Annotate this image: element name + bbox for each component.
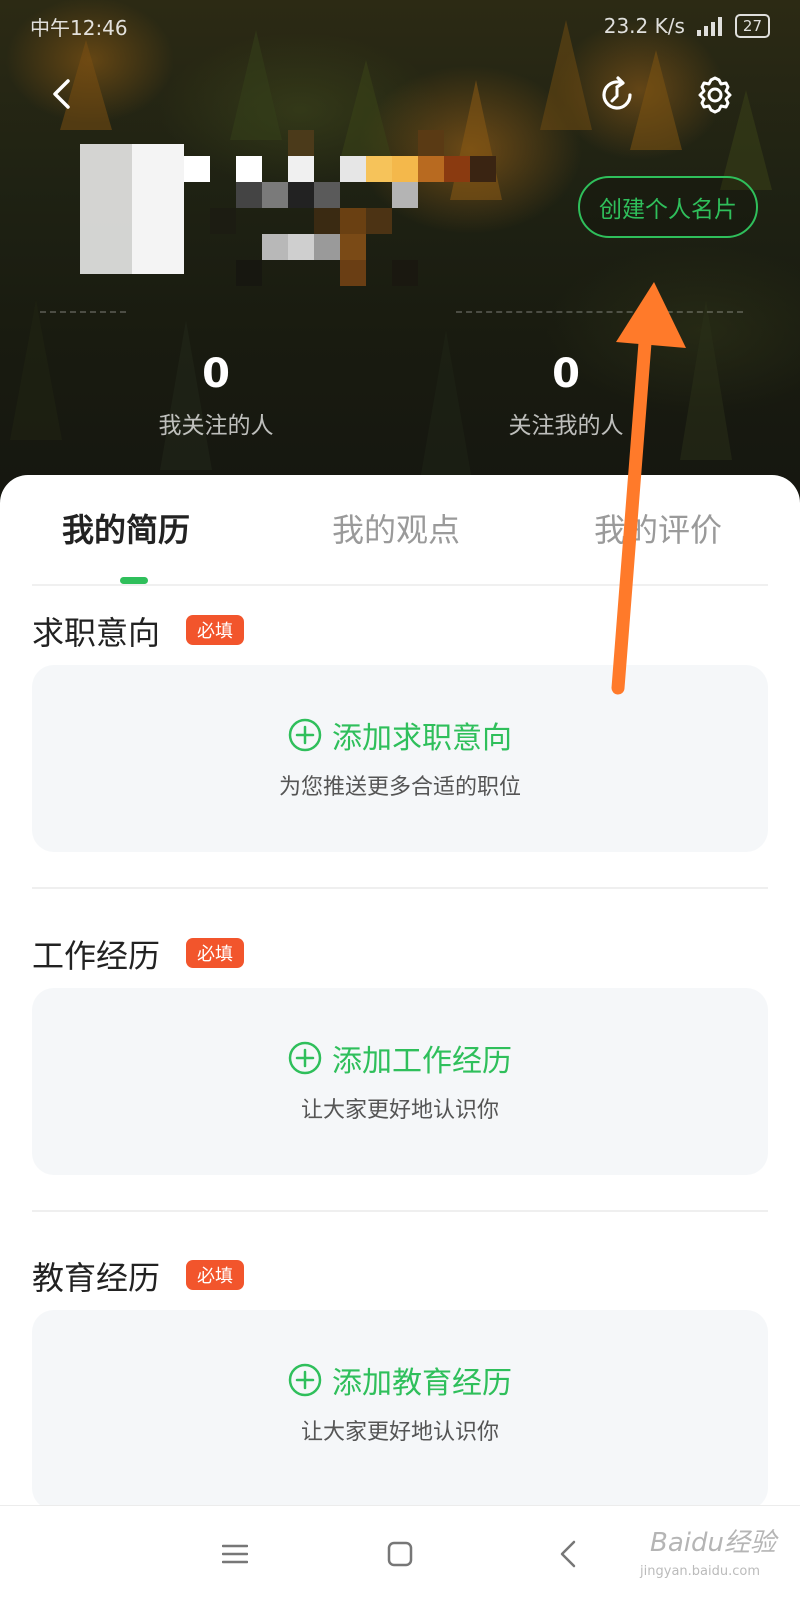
add-work-experience-card[interactable]: 添加工作经历 让大家更好地认识你 <box>32 988 768 1175</box>
add-education-button[interactable]: 添加教育经历 <box>32 1358 768 1402</box>
tab-bar: 我的简历 我的观点 我的评价 <box>0 475 800 586</box>
divider <box>40 311 126 313</box>
active-tab-indicator <box>120 577 148 584</box>
net-speed: 23.2 K/s <box>603 14 685 38</box>
divider <box>32 887 768 889</box>
required-badge: 必填 <box>186 938 244 968</box>
home-button[interactable] <box>360 1506 440 1600</box>
tab-my-reviews[interactable]: 我的评价 <box>594 505 722 551</box>
divider <box>456 311 743 313</box>
signal-icon <box>696 17 722 36</box>
home-square-icon <box>387 1541 413 1566</box>
status-time: 中午12:46 <box>30 15 128 40</box>
add-work-experience-label: 添加工作经历 <box>332 1044 512 1079</box>
add-work-experience-button[interactable]: 添加工作经历 <box>32 1036 768 1080</box>
section-title-work-experience: 工作经历 <box>32 937 161 975</box>
required-badge: 必填 <box>186 615 244 645</box>
following-stat[interactable]: 0 我关注的人 <box>116 350 316 440</box>
divider <box>32 1210 768 1212</box>
create-card-button[interactable]: 创建个人名片 <box>578 176 758 238</box>
tab-my-views[interactable]: 我的观点 <box>332 505 460 551</box>
tree-decoration <box>680 300 732 460</box>
tree-decoration <box>420 330 472 480</box>
add-education-card[interactable]: 添加教育经历 让大家更好地认识你 <box>32 1310 768 1510</box>
add-job-intention-hint: 为您推送更多合适的职位 <box>278 775 521 800</box>
add-job-intention-card[interactable]: 添加求职意向 为您推送更多合适的职位 <box>32 665 768 852</box>
refresh-button[interactable] <box>594 72 640 118</box>
refresh-icon <box>602 76 632 110</box>
recent-apps-button[interactable] <box>195 1506 275 1600</box>
divider <box>32 584 768 586</box>
plus-circle-icon <box>288 718 322 752</box>
gear-icon <box>698 76 732 114</box>
nav-back-icon <box>560 1540 576 1567</box>
plus-circle-icon <box>288 1363 322 1397</box>
menu-icon <box>222 1544 248 1563</box>
following-label: 我关注的人 <box>158 413 274 439</box>
status-indicators: 23.2 K/s 27 <box>604 14 770 38</box>
status-bar: 中午12:46 23.2 K/s 27 <box>0 0 800 52</box>
battery-indicator: 27 <box>734 14 770 38</box>
system-back-button[interactable] <box>528 1506 608 1600</box>
add-education-label: 添加教育经历 <box>332 1366 512 1401</box>
tree-decoration <box>10 300 62 440</box>
section-title-job-intention: 求职意向 <box>32 614 161 652</box>
add-job-intention-label: 添加求职意向 <box>332 721 512 756</box>
back-arrow-icon <box>53 79 70 109</box>
plus-circle-icon <box>288 1041 322 1075</box>
followers-stat[interactable]: 0 关注我的人 <box>466 350 666 440</box>
watermark-url: jingyan.baidu.com <box>640 1564 760 1579</box>
back-button[interactable] <box>40 72 84 116</box>
redacted-username <box>52 130 522 320</box>
section-title-education: 教育经历 <box>32 1259 161 1297</box>
tab-my-resume[interactable]: 我的简历 <box>62 505 190 551</box>
add-job-intention-button[interactable]: 添加求职意向 <box>32 713 768 757</box>
add-work-experience-hint: 让大家更好地认识你 <box>300 1098 499 1123</box>
required-badge: 必填 <box>186 1260 244 1290</box>
settings-button[interactable] <box>692 72 738 118</box>
add-education-hint: 让大家更好地认识你 <box>300 1420 499 1445</box>
following-count: 0 <box>202 351 230 397</box>
followers-count: 0 <box>552 351 580 397</box>
followers-label: 关注我的人 <box>508 413 624 439</box>
system-nav-bar: Baidu经验 jingyan.baidu.com <box>0 1505 800 1600</box>
resume-sheet: 我的简历 我的观点 我的评价 求职意向 必填 添加求职意向 为您推送更多合适的职… <box>0 475 800 1510</box>
watermark-brand: Baidu经验 <box>650 1528 776 1558</box>
